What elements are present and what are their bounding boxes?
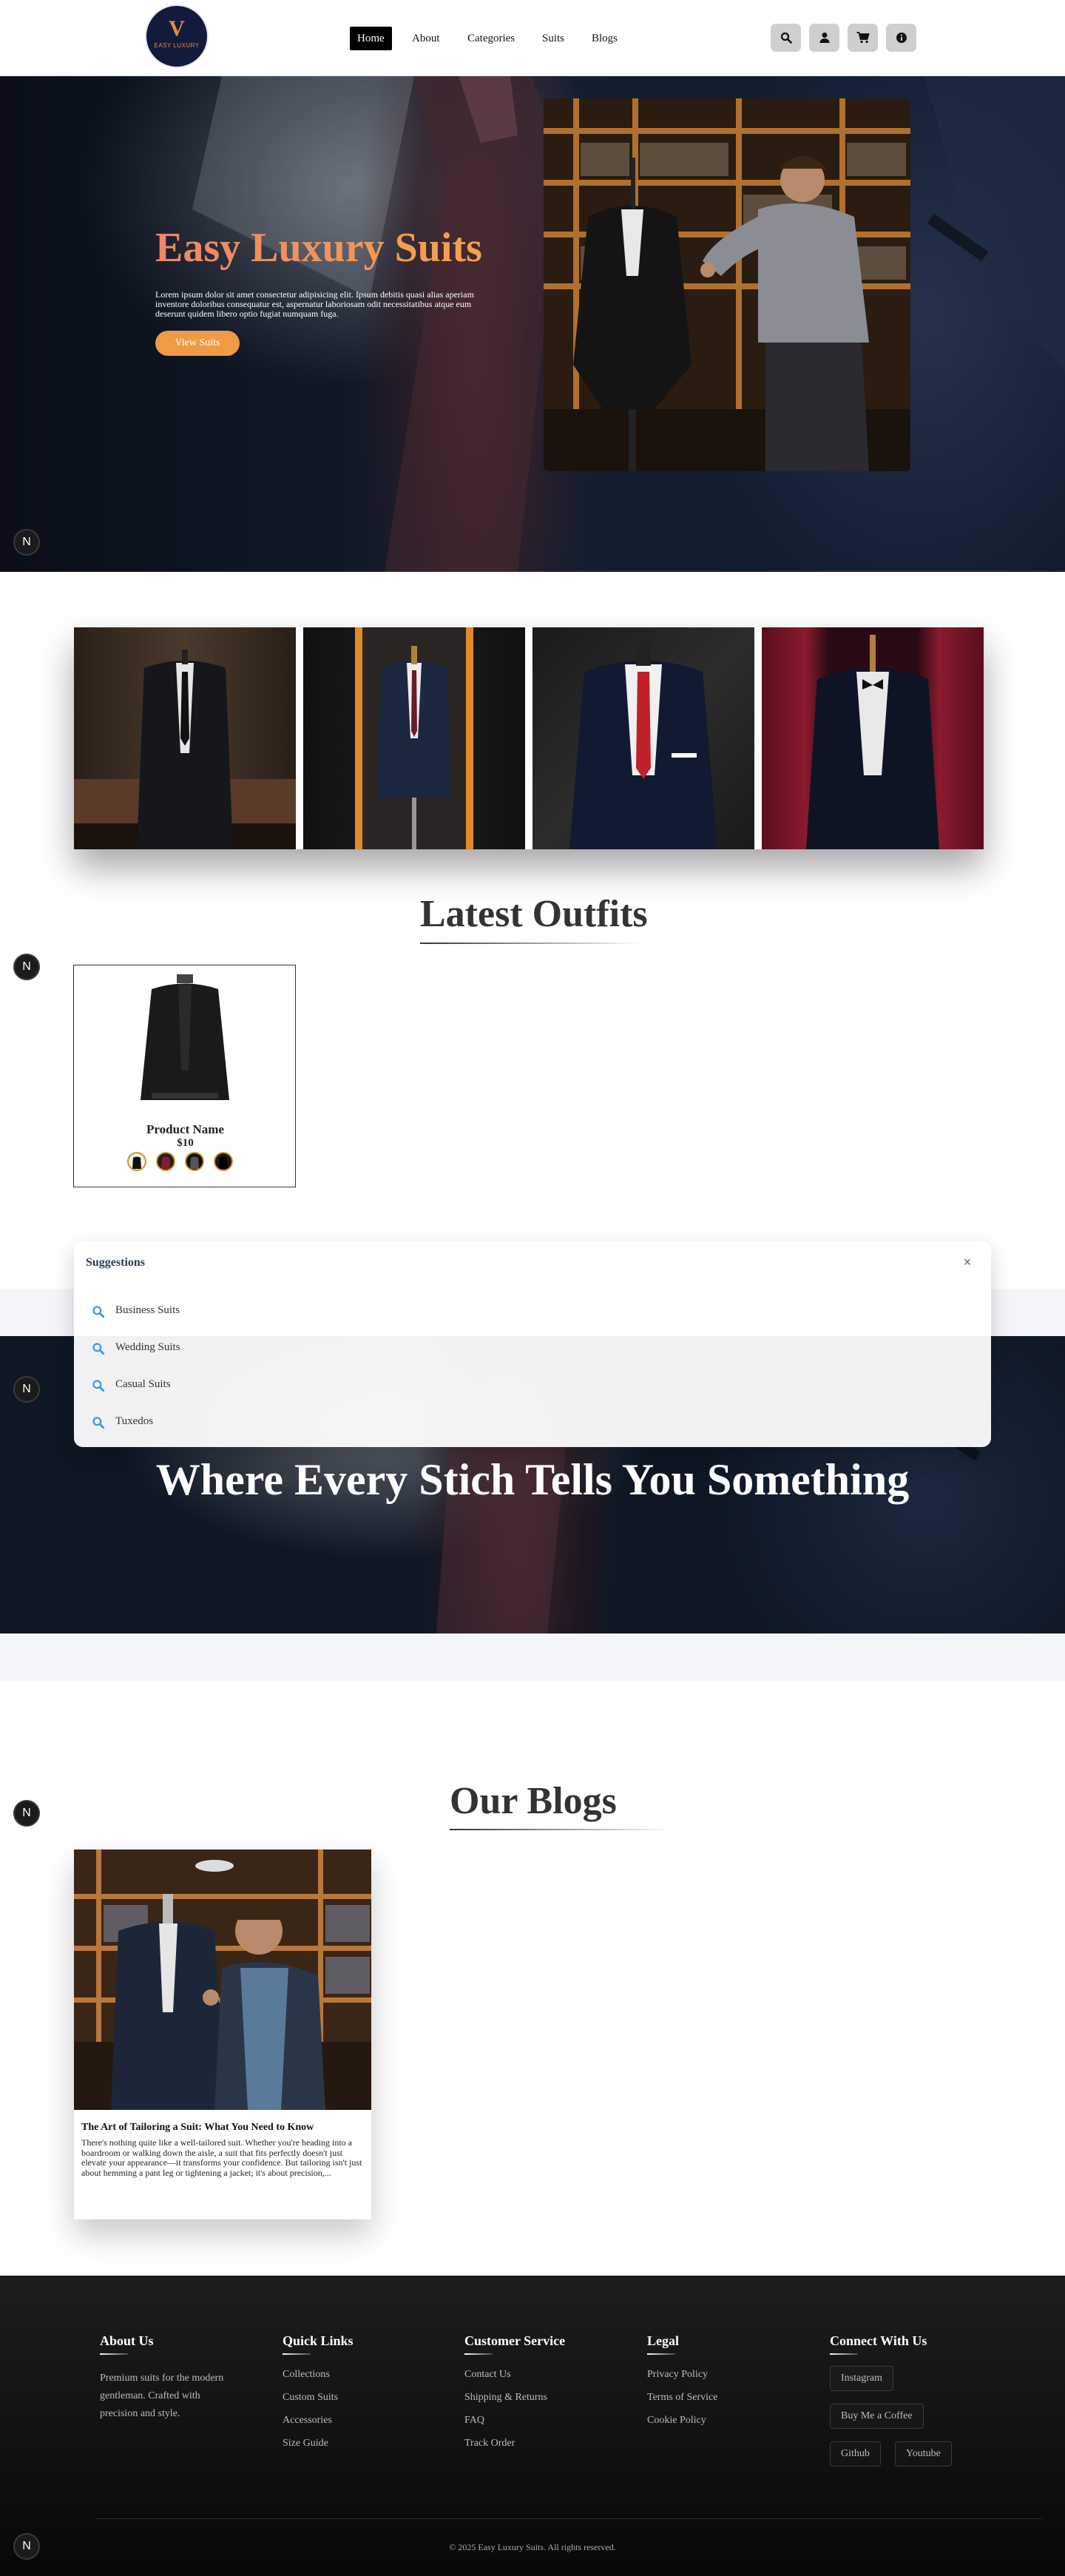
buy-me-a-coffee-button[interactable]: Buy Me a Coffee xyxy=(830,2404,924,2429)
suggestion-item[interactable]: Casual Suits xyxy=(74,1367,991,1404)
copyright-text: © 2025 Easy Luxury Suits. All rights res… xyxy=(449,2542,616,2552)
view-suits-button[interactable]: View Suits xyxy=(155,331,240,356)
color-swatch-2[interactable] xyxy=(156,1152,175,1171)
navbar: V EASY LUXURY Home About Categories Suit… xyxy=(0,0,1065,76)
suggestion-item[interactable]: Tuxedos xyxy=(74,1404,991,1441)
info-button[interactable] xyxy=(886,24,916,52)
suit-gallery xyxy=(74,627,984,849)
heading-underline xyxy=(420,943,642,944)
footer-link-contact[interactable]: Contact Us xyxy=(464,2369,511,2381)
suggestions-title: Suggestions xyxy=(86,1256,146,1269)
color-swatch-4[interactable] xyxy=(214,1152,233,1171)
heading-underline xyxy=(830,2353,858,2355)
floating-badge[interactable]: N xyxy=(13,1376,40,1403)
footer-divider xyxy=(96,2518,1043,2519)
suggestion-label: Business Suits xyxy=(115,1304,180,1316)
banner-title: Where Every Stich Tells You Something xyxy=(155,1455,910,1504)
hero-description: Lorem ipsum dolor sit amet consectetur a… xyxy=(155,289,474,319)
footer-link-collections[interactable]: Collections xyxy=(283,2369,330,2381)
search-icon xyxy=(92,1343,105,1355)
footer-customer-service-heading: Customer Service xyxy=(464,2333,566,2348)
heading-underline xyxy=(464,2353,493,2355)
gallery-image-2[interactable] xyxy=(303,627,525,849)
footer-link-terms[interactable]: Terms of Service xyxy=(647,2392,717,2404)
user-icon xyxy=(819,33,829,43)
hero-tailor-image xyxy=(544,98,910,471)
search-button[interactable] xyxy=(771,24,801,52)
heading-underline xyxy=(450,1829,672,1830)
youtube-button[interactable]: Youtube xyxy=(895,2441,952,2467)
search-suggestions-panel: Suggestions × Business Suits Wedding Sui… xyxy=(74,1241,991,1447)
floating-badge[interactable]: N xyxy=(13,1800,40,1827)
gallery-image-1[interactable] xyxy=(74,627,296,849)
instagram-button[interactable]: Instagram xyxy=(830,2366,893,2391)
cart-icon xyxy=(856,32,870,44)
footer-connect-heading: Connect With Us xyxy=(830,2333,927,2348)
search-icon xyxy=(92,1306,105,1318)
blog-card[interactable]: The Art of Tailoring a Suit: What You Ne… xyxy=(74,1850,371,2219)
our-blogs-heading: Our Blogs xyxy=(450,1780,617,1822)
floating-badge[interactable]: N xyxy=(13,529,40,556)
info-icon xyxy=(896,33,907,43)
product-price: $10 xyxy=(177,1137,194,1149)
footer-link-size-guide[interactable]: Size Guide xyxy=(283,2438,328,2449)
suggestion-item[interactable]: Business Suits xyxy=(74,1293,991,1330)
search-icon xyxy=(92,1417,105,1429)
nav-blogs[interactable]: Blogs xyxy=(584,27,625,50)
footer-quick-links-heading: Quick Links xyxy=(283,2333,354,2348)
search-icon xyxy=(780,32,792,44)
gallery-image-3[interactable] xyxy=(532,627,754,849)
suggestion-item[interactable]: Wedding Suits xyxy=(74,1330,991,1367)
blog-excerpt: There's nothing quite like a well-tailor… xyxy=(81,2137,362,2178)
footer-legal-heading: Legal xyxy=(647,2333,679,2348)
suggestion-label: Wedding Suits xyxy=(115,1341,180,1353)
footer-link-track-order[interactable]: Track Order xyxy=(464,2438,515,2449)
nav-about[interactable]: About xyxy=(405,27,447,50)
footer-link-privacy[interactable]: Privacy Policy xyxy=(647,2369,708,2381)
footer-link-shipping[interactable]: Shipping & Returns xyxy=(464,2392,547,2404)
hero-section: Easy Luxury Suits Lorem ipsum dolor sit … xyxy=(0,76,1065,572)
footer-link-cookies[interactable]: Cookie Policy xyxy=(647,2415,706,2427)
heading-underline xyxy=(647,2353,675,2355)
site-footer: About Us Premium suits for the modern ge… xyxy=(0,2276,1065,2576)
footer-about-text: Premium suits for the modern gentleman. … xyxy=(100,2373,224,2419)
nav-suits[interactable]: Suits xyxy=(535,27,572,50)
color-swatch-3[interactable] xyxy=(185,1152,204,1171)
hero-title: Easy Luxury Suits xyxy=(155,225,482,271)
footer-about-heading: About Us xyxy=(100,2333,154,2348)
suggestion-label: Tuxedos xyxy=(115,1415,154,1427)
nav-categories[interactable]: Categories xyxy=(460,27,522,50)
logo-mark: V xyxy=(169,16,185,41)
blog-title[interactable]: The Art of Tailoring a Suit: What You Ne… xyxy=(81,2122,366,2134)
footer-link-faq[interactable]: FAQ xyxy=(464,2415,484,2427)
suggestion-label: Casual Suits xyxy=(115,1378,171,1390)
blog-image xyxy=(74,1850,371,2110)
heading-underline xyxy=(283,2353,311,2355)
color-swatch-1[interactable] xyxy=(127,1152,146,1171)
latest-outfits-heading: Latest Outfits xyxy=(420,893,648,935)
floating-badge[interactable]: N xyxy=(13,2533,40,2560)
logo-text: EASY LUXURY xyxy=(154,42,200,49)
close-icon[interactable]: × xyxy=(958,1253,976,1271)
account-button[interactable] xyxy=(809,24,839,52)
github-button[interactable]: Github xyxy=(830,2441,881,2467)
footer-link-custom-suits[interactable]: Custom Suits xyxy=(283,2392,338,2404)
gallery-image-4[interactable] xyxy=(762,627,984,849)
nav-home[interactable]: Home xyxy=(350,27,392,50)
footer-link-accessories[interactable]: Accessories xyxy=(283,2415,332,2427)
product-card[interactable]: Product Name $10 xyxy=(73,965,296,1187)
search-icon xyxy=(92,1380,105,1392)
heading-underline xyxy=(100,2353,128,2355)
floating-badge[interactable]: N xyxy=(13,954,40,980)
brand-logo[interactable]: V EASY LUXURY xyxy=(146,6,207,67)
product-image xyxy=(129,974,240,1111)
product-name: Product Name xyxy=(146,1122,224,1136)
cart-button[interactable] xyxy=(848,24,878,52)
